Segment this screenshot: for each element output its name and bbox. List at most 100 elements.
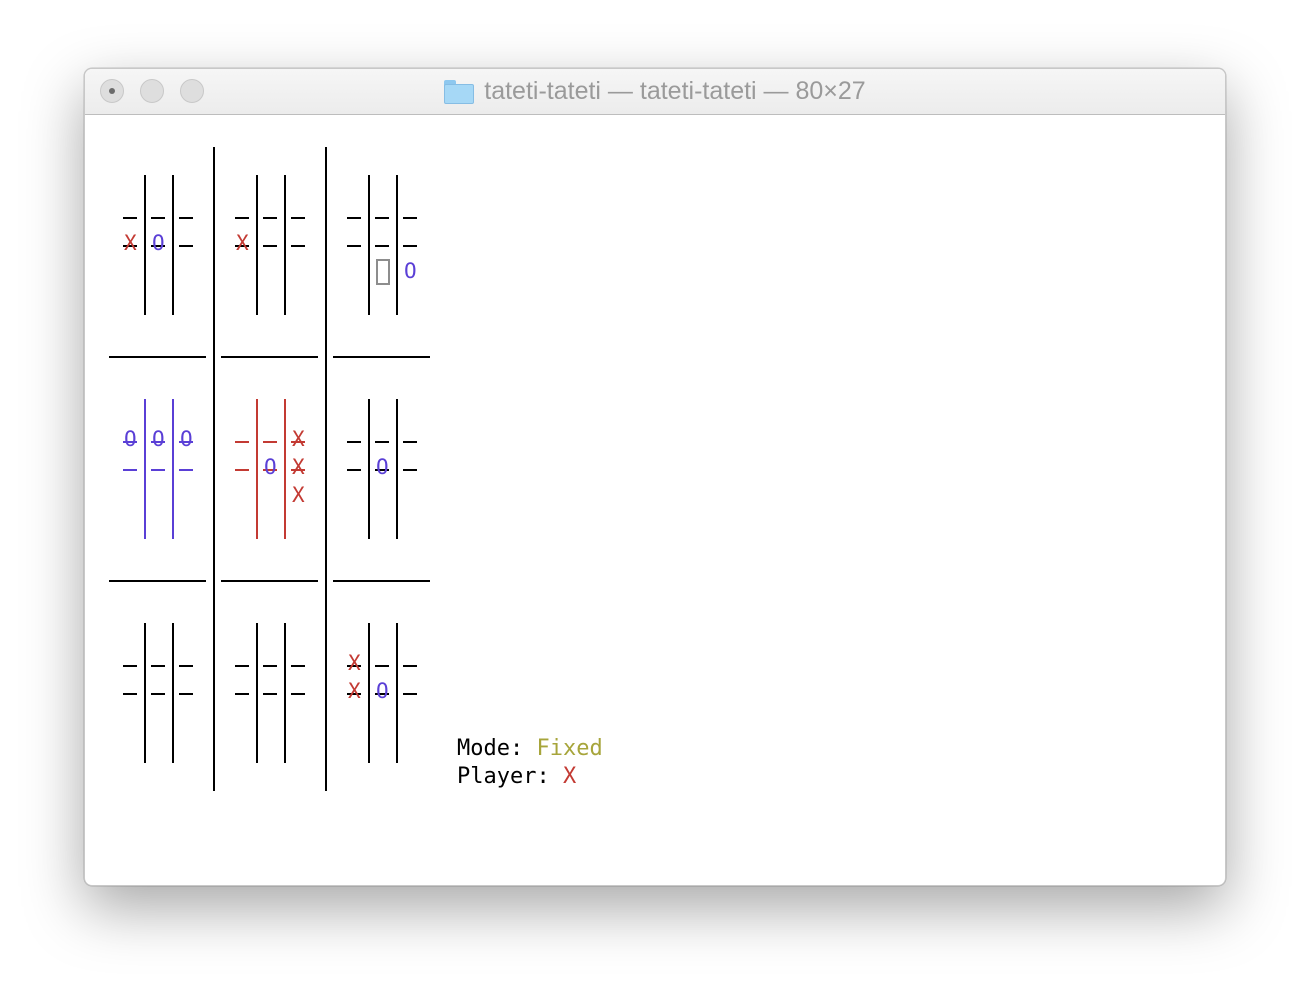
board-top-right-cell-1[interactable] — [376, 203, 392, 227]
board-middle-left[interactable]: OOO — [117, 387, 201, 539]
board-center-cell-0[interactable] — [236, 427, 252, 451]
board-middle-right-cell-6[interactable] — [348, 483, 364, 507]
board-bottom-left-cell-7[interactable] — [152, 707, 168, 731]
board-middle-right-cell-7[interactable] — [376, 483, 392, 507]
board-middle-right-cell-4[interactable]: O — [376, 455, 392, 479]
window-title-text: tateti-tateti — tateti-tateti — 80×27 — [484, 77, 866, 105]
board-top-center-cell-0[interactable] — [236, 203, 252, 227]
board-bottom-right-cell-3[interactable]: X — [348, 679, 364, 703]
board-bottom-center-vline-2 — [284, 623, 286, 763]
board-top-left-cell-7[interactable] — [152, 259, 168, 283]
board-bottom-left-cell-3[interactable] — [124, 679, 140, 703]
board-top-right-cell-6[interactable] — [348, 259, 364, 283]
board-center-cell-1[interactable] — [264, 427, 280, 451]
board-center-cell-7[interactable] — [264, 483, 280, 507]
board-middle-right-cell-2[interactable] — [404, 427, 420, 451]
board-bottom-right-cell-4[interactable]: O — [376, 679, 392, 703]
title-bar[interactable]: tateti-tateti — tateti-tateti — 80×27 — [85, 69, 1225, 115]
board-top-right-cell-5[interactable] — [404, 231, 420, 255]
mode-status: Mode: Fixed — [457, 735, 603, 763]
board-top-left[interactable]: XO — [117, 163, 201, 315]
board-top-center-cell-4[interactable] — [264, 231, 280, 255]
board-bottom-center-cell-5[interactable] — [292, 679, 308, 703]
board-top-right-cell-3[interactable] — [348, 231, 364, 255]
board-bottom-right-cell-8[interactable] — [404, 707, 420, 731]
board-bottom-center-cell-2[interactable] — [292, 651, 308, 675]
board-top-left-cell-6[interactable] — [124, 259, 140, 283]
board-center-cell-3[interactable] — [236, 455, 252, 479]
terminal-content[interactable]: Mode: Fixed Player: X XOXOOOOXOXXOXXO — [85, 115, 1225, 885]
board-top-center-cell-1[interactable] — [264, 203, 280, 227]
board-bottom-left-cell-1[interactable] — [152, 651, 168, 675]
board-middle-right[interactable]: O — [341, 387, 425, 539]
board-top-left-cell-5[interactable] — [180, 231, 196, 255]
board-bottom-center-cell-8[interactable] — [292, 707, 308, 731]
board-center-cell-8[interactable]: X — [292, 483, 308, 507]
board-top-left-cell-4[interactable]: O — [152, 231, 168, 255]
board-middle-right-cell-0[interactable] — [348, 427, 364, 451]
board-bottom-right-cell-0[interactable]: X — [348, 651, 364, 675]
board-top-left-cell-1[interactable] — [152, 203, 168, 227]
board-bottom-right-cell-7[interactable] — [376, 707, 392, 731]
board-top-center-cell-5[interactable] — [292, 231, 308, 255]
board-top-center-cell-3[interactable]: X — [236, 231, 252, 255]
board-bottom-left-cell-5[interactable] — [180, 679, 196, 703]
mode-value: Fixed — [536, 736, 603, 761]
board-bottom-center-cell-4[interactable] — [264, 679, 280, 703]
board-bottom-center-cell-7[interactable] — [264, 707, 280, 731]
board-bottom-center-cell-6[interactable] — [236, 707, 252, 731]
board-middle-right-cell-8[interactable] — [404, 483, 420, 507]
board-middle-right-cell-3[interactable] — [348, 455, 364, 479]
board-top-right[interactable]: O — [341, 163, 425, 315]
board-center-vline-1 — [256, 399, 258, 539]
board-bottom-center-cell-3[interactable] — [236, 679, 252, 703]
board-middle-left-cell-5[interactable] — [180, 455, 196, 479]
board-bottom-right-cell-5[interactable] — [404, 679, 420, 703]
board-middle-left-cell-4[interactable] — [152, 455, 168, 479]
board-middle-right-cell-5[interactable] — [404, 455, 420, 479]
board-bottom-left-cell-2[interactable] — [180, 651, 196, 675]
board-middle-right-cell-1[interactable] — [376, 427, 392, 451]
board-top-center-cell-6[interactable] — [236, 259, 252, 283]
board-top-right-cell-0[interactable] — [348, 203, 364, 227]
board-top-right-cell-4[interactable] — [376, 231, 392, 255]
board-bottom-center-cell-1[interactable] — [264, 651, 280, 675]
board-middle-left-cell-8[interactable] — [180, 483, 196, 507]
board-bottom-center[interactable] — [229, 611, 313, 763]
board-middle-left-cell-6[interactable] — [124, 483, 140, 507]
board-center-cell-2[interactable]: X — [292, 427, 308, 451]
board-bottom-left-cell-4[interactable] — [152, 679, 168, 703]
board-bottom-right[interactable]: XXO — [341, 611, 425, 763]
board-middle-left-cell-0[interactable]: O — [124, 427, 140, 451]
board-center[interactable]: XOXX — [229, 387, 313, 539]
board-middle-left-cell-1[interactable]: O — [152, 427, 168, 451]
board-center-cell-4[interactable]: O — [264, 455, 280, 479]
window-title: tateti-tateti — tateti-tateti — 80×27 — [85, 69, 1225, 114]
board-center-cell-5[interactable]: X — [292, 455, 308, 479]
board-top-left-cell-2[interactable] — [180, 203, 196, 227]
board-top-center[interactable]: X — [229, 163, 313, 315]
board-top-right-cell-8[interactable]: O — [404, 259, 420, 283]
board-top-center-cell-7[interactable] — [264, 259, 280, 283]
board-top-center-cell-2[interactable] — [292, 203, 308, 227]
board-top-left-cell-8[interactable] — [180, 259, 196, 283]
board-top-right-cell-2[interactable] — [404, 203, 420, 227]
board-top-center-cell-8[interactable] — [292, 259, 308, 283]
board-bottom-right-cell-2[interactable] — [404, 651, 420, 675]
board-bottom-left[interactable] — [117, 611, 201, 763]
board-middle-left-cell-7[interactable] — [152, 483, 168, 507]
board-bottom-left-cell-6[interactable] — [124, 707, 140, 731]
board-bottom-right-cell-6[interactable] — [348, 707, 364, 731]
board-bottom-left-vline-1 — [144, 623, 146, 763]
board-top-left-cell-3[interactable]: X — [124, 231, 140, 255]
board-middle-left-cell-2[interactable]: O — [180, 427, 196, 451]
board-bottom-left-cell-8[interactable] — [180, 707, 196, 731]
board-middle-left-cell-3[interactable] — [124, 455, 140, 479]
board-center-cell-6[interactable] — [236, 483, 252, 507]
board-bottom-right-vline-1 — [368, 623, 370, 763]
board-top-left-cell-0[interactable] — [124, 203, 140, 227]
board-bottom-right-cell-1[interactable] — [376, 651, 392, 675]
cursor[interactable] — [376, 259, 390, 285]
board-bottom-center-cell-0[interactable] — [236, 651, 252, 675]
board-bottom-left-cell-0[interactable] — [124, 651, 140, 675]
